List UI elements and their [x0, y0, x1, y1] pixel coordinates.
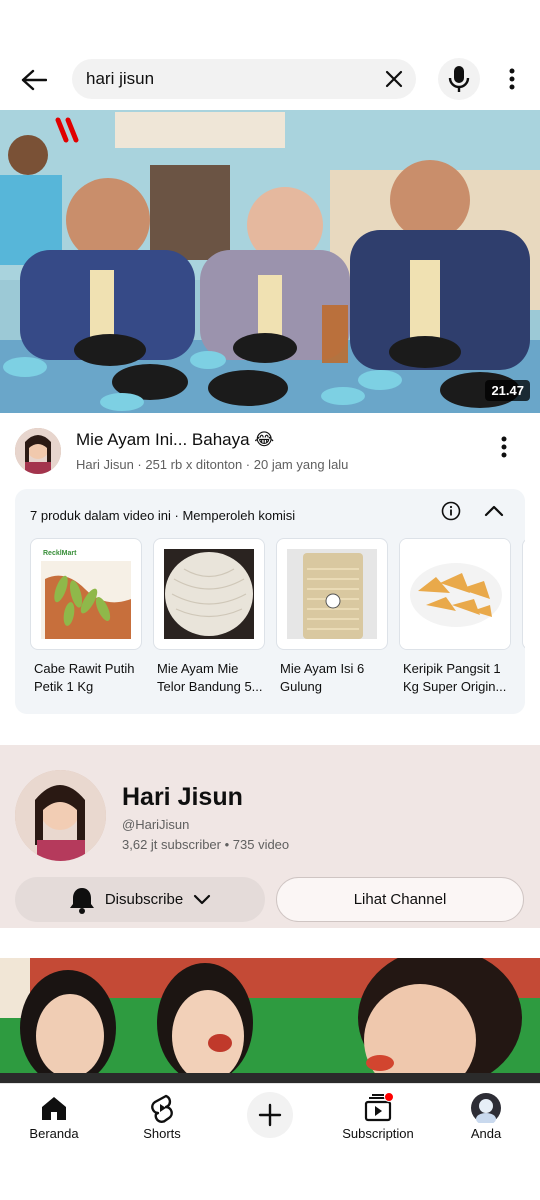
- channel-stats: 3,62 jt subscriber • 735 video: [122, 837, 290, 852]
- nav-you[interactable]: Anda: [436, 1092, 536, 1141]
- product-name: Cabe Rawit Putih Petik 1 Kg: [34, 661, 135, 694]
- products-header: 7 produk dalam video ini · Memperoleh ko…: [30, 508, 296, 523]
- product-card[interactable]: Mie Ayam Isi 6 Gulung: [276, 538, 388, 696]
- product-card[interactable]: RecklMart Cabe Rawit Putih Petik 1 Kg: [30, 538, 142, 696]
- product-image: [153, 538, 265, 650]
- more-vert-icon: [501, 436, 507, 458]
- nav-home-label: Beranda: [29, 1126, 79, 1141]
- product-name: Mie Ayam Isi 6 Gulung: [280, 661, 365, 694]
- clear-search-button[interactable]: [384, 69, 404, 89]
- view-channel-button[interactable]: Lihat Channel: [276, 877, 524, 922]
- video-thumbnail-2[interactable]: [0, 958, 540, 1083]
- profile-avatar: [471, 1093, 501, 1123]
- products-info-button[interactable]: [439, 499, 463, 523]
- nav-you-label: Anda: [470, 1126, 502, 1141]
- microphone-icon: [448, 66, 470, 92]
- product-card[interactable]: Keripik Pangsit 1 Kg Super Origin...: [399, 538, 511, 696]
- products-shelf: 7 produk dalam video ini · Memperoleh ko…: [15, 489, 525, 714]
- close-icon: [385, 70, 403, 88]
- info-icon: [441, 501, 461, 521]
- plus-icon: [258, 1103, 282, 1127]
- product-image: [399, 538, 511, 650]
- nav-subscriptions-label: Subscription: [342, 1126, 414, 1141]
- channel-card-avatar[interactable]: [15, 770, 106, 861]
- video-title[interactable]: Mie Ayam Ini... Bahaya 😂: [76, 430, 274, 450]
- more-options-button[interactable]: [500, 62, 524, 96]
- home-icon: [42, 1097, 66, 1120]
- create-button[interactable]: [247, 1092, 293, 1138]
- product-card[interactable]: Mie Ayam Mie Telor Bandung 5...: [153, 538, 265, 696]
- chevron-up-icon: [484, 505, 504, 517]
- top-search-bar: hari jisun: [0, 0, 540, 110]
- subscribed-button[interactable]: Disubscribe: [15, 877, 265, 922]
- nav-shorts-label: Shorts: [143, 1126, 181, 1141]
- product-name: Mie Ayam Mie Telor Bandung 5...: [157, 661, 263, 694]
- voice-search-button[interactable]: [438, 58, 480, 100]
- thumbnail-image: [0, 958, 540, 1083]
- video-metadata: Hari Jisun · 251 rb x ditonton · 20 jam …: [76, 457, 349, 472]
- arrow-left-icon: [21, 69, 47, 91]
- collapse-products-button[interactable]: [482, 499, 506, 523]
- video-info: Mie Ayam Ini... Bahaya 😂 Hari Jisun · 25…: [0, 426, 540, 482]
- chevron-down-icon: [194, 894, 211, 905]
- product-card-peek: [522, 538, 525, 650]
- video-duration-badge: 21.47: [485, 380, 530, 401]
- channel-avatar[interactable]: [15, 428, 61, 474]
- video-thumbnail[interactable]: 21.47: [0, 110, 540, 413]
- more-vert-icon: [509, 68, 515, 90]
- product-name: Keripik Pangsit 1 Kg Super Origin...: [403, 661, 507, 694]
- thumbnail-image: [0, 110, 540, 413]
- channel-handle: @HariJisun: [122, 817, 190, 832]
- nav-home[interactable]: Beranda: [4, 1092, 104, 1141]
- search-query-text: hari jisun: [86, 69, 155, 88]
- nav-subscriptions[interactable]: Subscription: [328, 1092, 428, 1141]
- product-image: RecklMart: [30, 538, 142, 650]
- shorts-icon: [151, 1094, 173, 1123]
- search-input[interactable]: hari jisun: [72, 59, 416, 99]
- subscribed-label: Disubscribe: [104, 891, 184, 908]
- back-button[interactable]: [14, 60, 54, 100]
- video-menu-button[interactable]: [492, 430, 516, 464]
- product-badge: RecklMart: [43, 550, 77, 557]
- notification-dot: [384, 1092, 394, 1102]
- channel-name[interactable]: Hari Jisun: [122, 783, 243, 812]
- bottom-navigation: Beranda Shorts Subscription Anda: [0, 1083, 540, 1200]
- product-image: [276, 538, 388, 650]
- channel-card: Hari Jisun @HariJisun 3,62 jt subscriber…: [0, 745, 540, 928]
- nav-shorts[interactable]: Shorts: [112, 1092, 212, 1141]
- bell-icon: [69, 887, 94, 914]
